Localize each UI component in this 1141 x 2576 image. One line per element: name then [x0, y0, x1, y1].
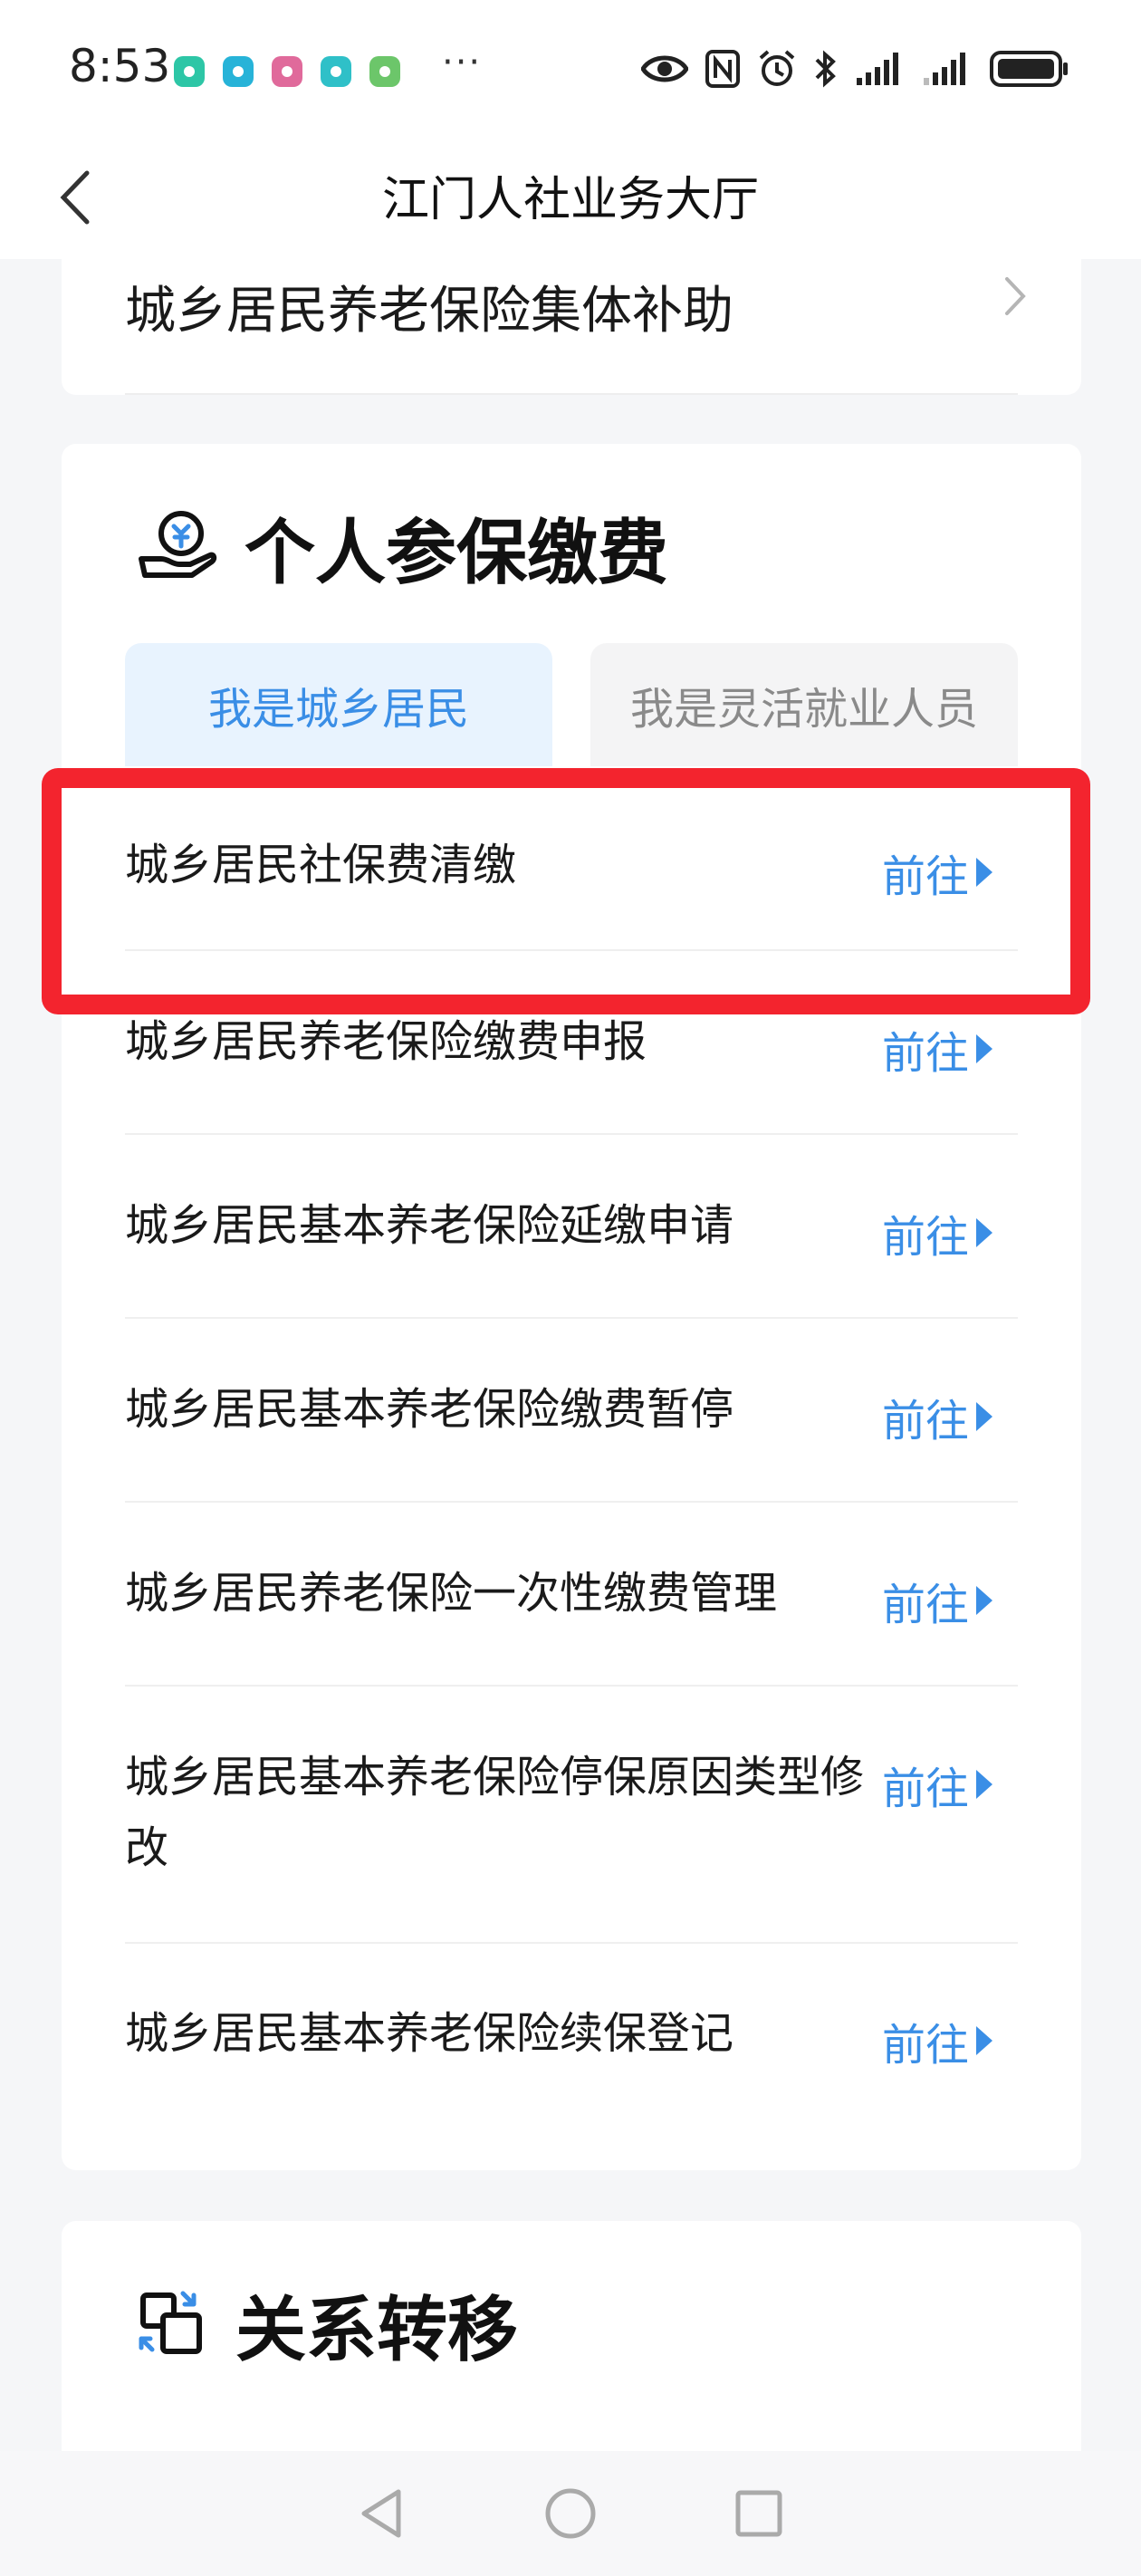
go-label: 前往	[881, 1764, 969, 1814]
back-triangle-icon[interactable]	[357, 2486, 408, 2541]
notification-app-icon	[272, 56, 302, 87]
personal-payment-card: 个人参保缴费 我是城乡居民 我是灵活就业人员 城乡居民社保费清缴 前往 城乡居民…	[62, 444, 1081, 2170]
caret-right-icon	[976, 1770, 992, 1799]
section-title: 个人参保缴费	[244, 513, 669, 594]
caret-right-icon	[976, 1218, 992, 1247]
caret-right-icon	[976, 2026, 992, 2055]
chevron-right-icon	[1003, 275, 1027, 321]
caret-right-icon	[976, 1402, 992, 1431]
system-navigation-bar	[0, 2451, 1141, 2576]
list-item-label: 城乡居民养老保险集体补助	[125, 282, 734, 341]
bluetooth-icon	[815, 50, 836, 88]
highlight-box	[42, 768, 1090, 1014]
transfer-icon	[139, 2291, 202, 2354]
go-link[interactable]: 前往	[882, 1017, 994, 1081]
caret-right-icon	[976, 1586, 992, 1615]
battery-icon	[990, 51, 1068, 87]
signal-icon	[857, 53, 898, 85]
go-link[interactable]: 前往	[882, 1201, 994, 1264]
navigation-bar: 江门人社业务大厅	[0, 136, 1141, 259]
list-item[interactable]: 城乡居民基本养老保险停保原因类型修改 前往	[125, 1687, 1018, 1944]
divider	[125, 393, 1018, 395]
go-link[interactable]: 前往	[882, 2009, 994, 2072]
go-label: 前往	[881, 1212, 969, 1263]
section-header: 关系转移	[136, 2273, 518, 2375]
system-icons	[641, 49, 1070, 89]
list-item-label: 城乡居民养老保险缴费申报	[125, 1016, 647, 1067]
go-link[interactable]: 前往	[882, 1753, 994, 1816]
go-label: 前往	[881, 1580, 969, 1630]
hand-coin-icon	[139, 511, 217, 578]
notification-app-icon	[321, 56, 351, 87]
list-item-label: 城乡居民基本养老保险延缴申请	[125, 1200, 734, 1251]
alarm-icon	[759, 50, 795, 86]
list-item-label: 城乡居民养老保险一次性缴费管理	[125, 1568, 778, 1619]
status-bar: 8:53 ···	[0, 0, 1141, 136]
home-circle-icon[interactable]	[543, 2486, 598, 2541]
list-item[interactable]: 城乡居民养老保险一次性缴费管理 前往	[125, 1503, 1018, 1687]
tab-urban-rural-resident[interactable]: 我是城乡居民	[125, 643, 552, 766]
eye-icon	[641, 55, 688, 82]
go-label: 前往	[881, 1028, 969, 1079]
section-header: 个人参保缴费	[136, 496, 668, 598]
list-item-label: 城乡居民基本养老保险停保原因类型修改	[125, 1752, 865, 1873]
notification-app-icon	[369, 56, 400, 87]
list-item[interactable]: 城乡居民基本养老保险续保登记 前往	[125, 1944, 1018, 2116]
page-title: 江门人社业务大厅	[381, 173, 759, 227]
tab-flexible-employee[interactable]: 我是灵活就业人员	[590, 643, 1018, 766]
section-title: 关系转移	[235, 2290, 519, 2371]
nfc-icon	[705, 50, 740, 88]
notification-app-icon	[223, 56, 254, 87]
go-link[interactable]: 前往	[882, 1569, 994, 1632]
list-item-label: 城乡居民基本养老保险续保登记	[125, 2008, 734, 2059]
more-notifications-icon: ···	[442, 42, 483, 83]
recents-square-icon[interactable]	[734, 2488, 784, 2539]
notification-icons	[174, 56, 400, 87]
go-link[interactable]: 前往	[882, 1385, 994, 1448]
list-item-label: 城乡居民基本养老保险缴费暂停	[125, 1384, 734, 1435]
list-item[interactable]: 城乡居民基本养老保险缴费暂停 前往	[125, 1319, 1018, 1503]
status-time: 8:53	[69, 40, 171, 92]
list-item[interactable]: 城乡居民基本养老保险延缴申请 前往	[125, 1135, 1018, 1319]
notification-app-icon	[174, 56, 205, 87]
go-label: 前往	[881, 1396, 969, 1447]
signal-icon	[924, 53, 965, 85]
caret-right-icon	[976, 1034, 992, 1063]
go-label: 前往	[881, 2020, 969, 2071]
collective-subsidy-card[interactable]: 城乡居民养老保险集体补助	[62, 259, 1081, 395]
